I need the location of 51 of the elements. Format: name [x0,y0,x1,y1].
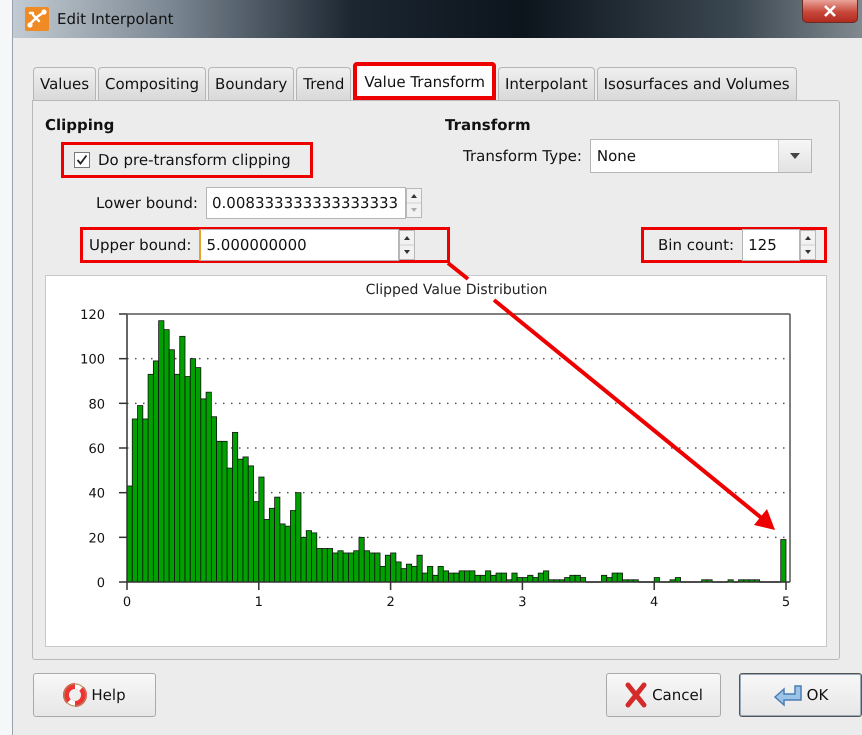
chart-title: Clipped Value Distribution [366,282,548,298]
tab[interactable]: Values [33,67,96,100]
dialog-button[interactable]: Help [33,673,156,717]
dropdown-value: None [596,147,636,165]
window-title: Edit Interpolant [57,10,174,28]
cross-icon [624,682,648,708]
bin-count-field[interactable]: 125 [742,229,800,261]
tab[interactable]: Compositing [98,67,206,100]
checkbox-label[interactable]: Do pre-transform clipping [98,151,291,169]
axis-tick-label: 5 [782,595,790,610]
axis-tick-label: 20 [88,531,105,546]
return-arrow-icon [772,683,803,707]
axis-tick-label: 0 [96,576,105,591]
axis-tick-label: 120 [80,308,105,323]
spin-buttons[interactable] [406,188,422,218]
dialog-button[interactable]: OK [739,673,862,717]
axis-tick-label: 3 [518,595,527,610]
upper-bound-field[interactable]: 5.000000000 [199,229,400,261]
tab[interactable]: Boundary [208,67,294,100]
axis-tick-label: 40 [88,486,105,502]
axis-tick-label: 100 [80,352,105,368]
tab[interactable]: Value Transform [353,62,496,100]
field-label: Lower bound: [95,194,198,212]
axis-tick-label: 80 [88,397,105,412]
histogram-bar [780,539,786,582]
field-label: Transform Type: [463,147,582,165]
field-label: Upper bound: [89,236,192,254]
spin-buttons[interactable] [399,230,416,260]
section-heading: Transform [445,115,532,136]
transform-type-dropdown[interactable]: None [590,139,812,173]
tab[interactable]: Interpolant [498,67,595,100]
axis-tick-label: 4 [650,595,658,610]
close-icon [823,5,837,17]
dialog-button[interactable]: Cancel [606,673,721,717]
axis-tick-label: 1 [254,595,263,610]
field-label: Bin count: [658,236,734,254]
histogram-bar [728,579,734,582]
tab[interactable]: Isosurfaces and Volumes [596,67,797,100]
checkbox[interactable] [74,152,90,168]
lower-bound-field[interactable]: 0.008333333333333333 [206,187,406,219]
section-heading: Clipping [45,115,116,136]
close-button[interactable] [802,0,858,23]
axis-tick-label: 60 [88,442,105,457]
caret-icon [790,153,800,159]
axis-tick-label: 2 [386,595,395,610]
histogram-bar [654,577,660,582]
app-logo-icon [25,7,49,31]
axis-tick-label: 0 [122,595,132,610]
spin-buttons[interactable] [800,230,816,260]
lifebuoy-icon [63,683,88,707]
tab[interactable]: Trend [296,67,352,100]
